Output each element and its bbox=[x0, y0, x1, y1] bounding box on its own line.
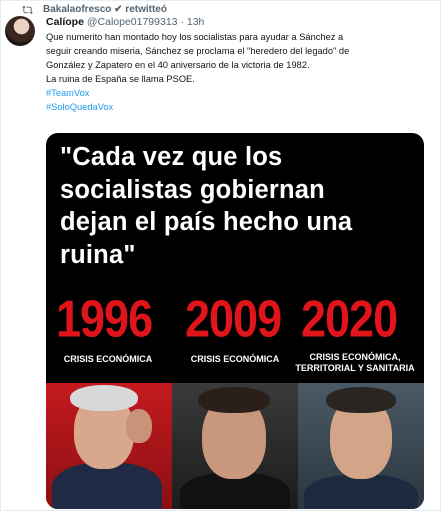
retweet-indicator: Bakalaofresco ✔ retwitteó bbox=[22, 2, 167, 16]
hashtag-link[interactable]: #SoloQuedaVox bbox=[46, 100, 426, 114]
crisis-line: CRISIS ECONÓMICA, bbox=[309, 352, 401, 362]
year-label: 2009 bbox=[185, 289, 282, 349]
quote-line: ruina" bbox=[60, 240, 136, 269]
tweet-line: González y Zapatero en el 40 aniversario… bbox=[46, 60, 310, 71]
display-name[interactable]: Calíope bbox=[46, 16, 84, 28]
tweet-line: Que numerito han montado hoy los sociali… bbox=[46, 32, 344, 42]
tweet-line: seguir creando miseria, Sánchez se procl… bbox=[46, 46, 350, 57]
year-label: 1996 bbox=[56, 289, 153, 349]
photo-gonzalez bbox=[46, 383, 172, 509]
separator: · bbox=[180, 16, 184, 28]
crisis-label: CRISIS ECONÓMICA, TERRITORIAL Y SANITARI… bbox=[292, 352, 418, 373]
image-quote: "Cada vez que los socialistas gobiernan … bbox=[60, 141, 412, 271]
crisis-line: TERRITORIAL Y SANITARIA bbox=[295, 362, 415, 373]
crisis-label: CRISIS ECONÓMICA bbox=[184, 354, 286, 365]
tweet-text: Que numerito han montado hoy los sociali… bbox=[46, 30, 426, 115]
tweet-header: Calíope @Calope01799313 · 13h bbox=[46, 15, 426, 29]
retweet-text[interactable]: Bakalaofresco ✔ retwitteó bbox=[43, 4, 167, 15]
tweet-line: La ruina de España se llama PSOE. bbox=[46, 74, 195, 85]
handle[interactable]: @Calope01799313 bbox=[87, 16, 178, 28]
quote-line: dejan el país hecho una bbox=[60, 208, 353, 236]
avatar[interactable] bbox=[5, 16, 35, 46]
timestamp[interactable]: 13h bbox=[187, 16, 205, 28]
quote-line: "Cada vez que los bbox=[60, 143, 283, 171]
tweet-body: Calíope @Calope01799313 · 13h Que numeri… bbox=[46, 15, 426, 115]
tweet-image[interactable]: "Cada vez que los socialistas gobiernan … bbox=[46, 133, 424, 509]
photo-sanchez bbox=[298, 383, 424, 509]
crisis-line: CRISIS ECONÓMICA bbox=[190, 354, 280, 364]
photo-zapatero bbox=[172, 383, 298, 509]
crisis-label: CRISIS ECONÓMICA bbox=[58, 354, 158, 365]
retweet-icon bbox=[22, 5, 33, 14]
year-label: 2020 bbox=[301, 289, 398, 349]
crisis-line: CRISIS ECONÓMICA bbox=[63, 354, 153, 364]
quote-line: socialistas gobiernan bbox=[60, 175, 325, 204]
hashtag-link[interactable]: #TeamVox bbox=[46, 86, 426, 100]
